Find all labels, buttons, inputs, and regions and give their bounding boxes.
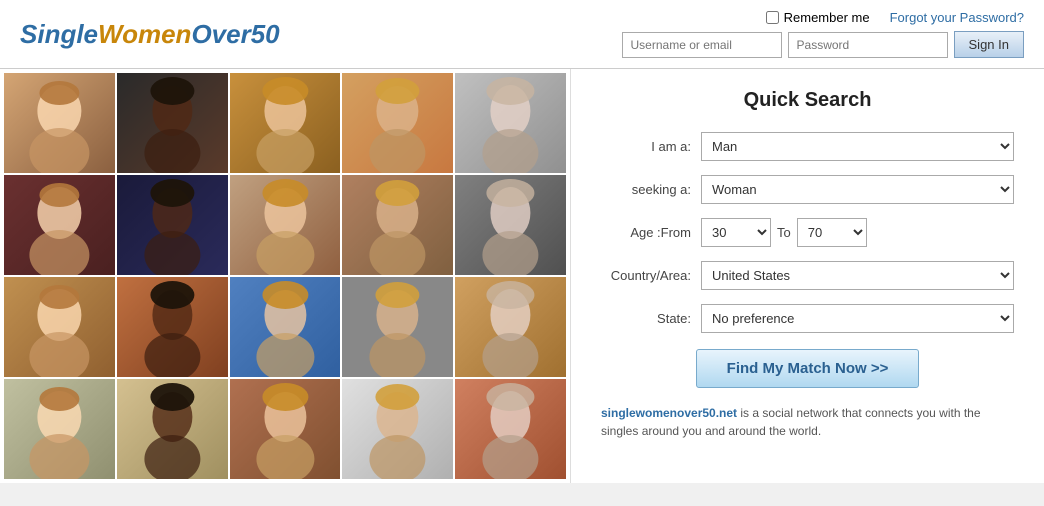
age-inputs: 182025303540455055606570 To 303540455055… [701,218,1014,247]
seeking-control: ManWoman [701,175,1014,204]
logo-over50: Over50 [191,19,279,49]
seeking-select[interactable]: ManWoman [701,175,1014,204]
photo-cell[interactable] [230,379,341,479]
age-to-label: To [777,225,791,240]
photo-cell[interactable] [230,73,341,173]
photo-cell[interactable] [230,175,341,275]
state-row: State: No preferenceAlabamaAlaskaArizona… [601,304,1014,333]
country-row: Country/Area: United StatesCanadaUnited … [601,261,1014,290]
header: SingleWomenOver50 Remember me Forgot you… [0,0,1044,69]
password-input[interactable] [788,32,948,58]
sign-in-button[interactable]: Sign In [954,31,1024,58]
age-control: 182025303540455055606570 To 303540455055… [701,218,1014,247]
photo-cell[interactable] [455,175,566,275]
photo-cell[interactable] [455,379,566,479]
photo-cell[interactable] [117,277,228,377]
site-logo: SingleWomenOver50 [20,19,280,50]
remember-me-checkbox[interactable] [766,11,779,24]
state-select[interactable]: No preferenceAlabamaAlaskaArizonaCalifor… [701,304,1014,333]
photo-cell[interactable] [4,379,115,479]
i-am-a-select[interactable]: ManWoman [701,132,1014,161]
seeking-row: seeking a: ManWoman [601,175,1014,204]
right-panel: Quick Search I am a: ManWoman seeking a:… [570,69,1044,483]
find-match-button[interactable]: Find My Match Now >> [696,349,920,388]
remember-me-label[interactable]: Remember me [766,10,870,25]
photo-cell[interactable] [455,277,566,377]
photo-cell[interactable] [230,277,341,377]
photo-cell[interactable] [342,277,453,377]
logo-single: Single [20,19,98,49]
i-am-a-control: ManWoman [701,132,1014,161]
country-control: United StatesCanadaUnited KingdomAustral… [701,261,1014,290]
photo-cell[interactable] [342,175,453,275]
photo-cell[interactable] [342,73,453,173]
photo-cell[interactable] [342,379,453,479]
photo-cell[interactable] [117,73,228,173]
photo-cell[interactable] [117,379,228,479]
state-label: State: [601,311,701,326]
site-name: singlewomenover50.net [601,406,737,420]
site-description: singlewomenover50.net is a social networ… [601,404,1014,440]
header-right: Remember me Forgot your Password? Sign I… [622,10,1024,58]
header-inputs: Sign In [622,31,1024,58]
age-row: Age :From 182025303540455055606570 To 30… [601,218,1014,247]
photo-grid [0,69,570,483]
quick-search-title: Quick Search [601,89,1014,112]
header-top-row: Remember me Forgot your Password? [766,10,1024,25]
country-label: Country/Area: [601,268,701,283]
photo-cell[interactable] [4,277,115,377]
i-am-a-row: I am a: ManWoman [601,132,1014,161]
main-content: Quick Search I am a: ManWoman seeking a:… [0,69,1044,483]
photo-cell[interactable] [4,175,115,275]
country-select[interactable]: United StatesCanadaUnited KingdomAustral… [701,261,1014,290]
age-to-select[interactable]: 303540455055606570758099 [797,218,867,247]
photo-cell[interactable] [4,73,115,173]
state-control: No preferenceAlabamaAlaskaArizonaCalifor… [701,304,1014,333]
seeking-label: seeking a: [601,182,701,197]
forgot-password-link[interactable]: Forgot your Password? [890,10,1024,25]
age-from-select[interactable]: 182025303540455055606570 [701,218,771,247]
photo-cell[interactable] [117,175,228,275]
age-label: Age :From [601,225,701,240]
i-am-a-label: I am a: [601,139,701,154]
logo-women: Women [98,19,191,49]
photo-cell[interactable] [455,73,566,173]
remember-me-text: Remember me [784,10,870,25]
username-input[interactable] [622,32,782,58]
